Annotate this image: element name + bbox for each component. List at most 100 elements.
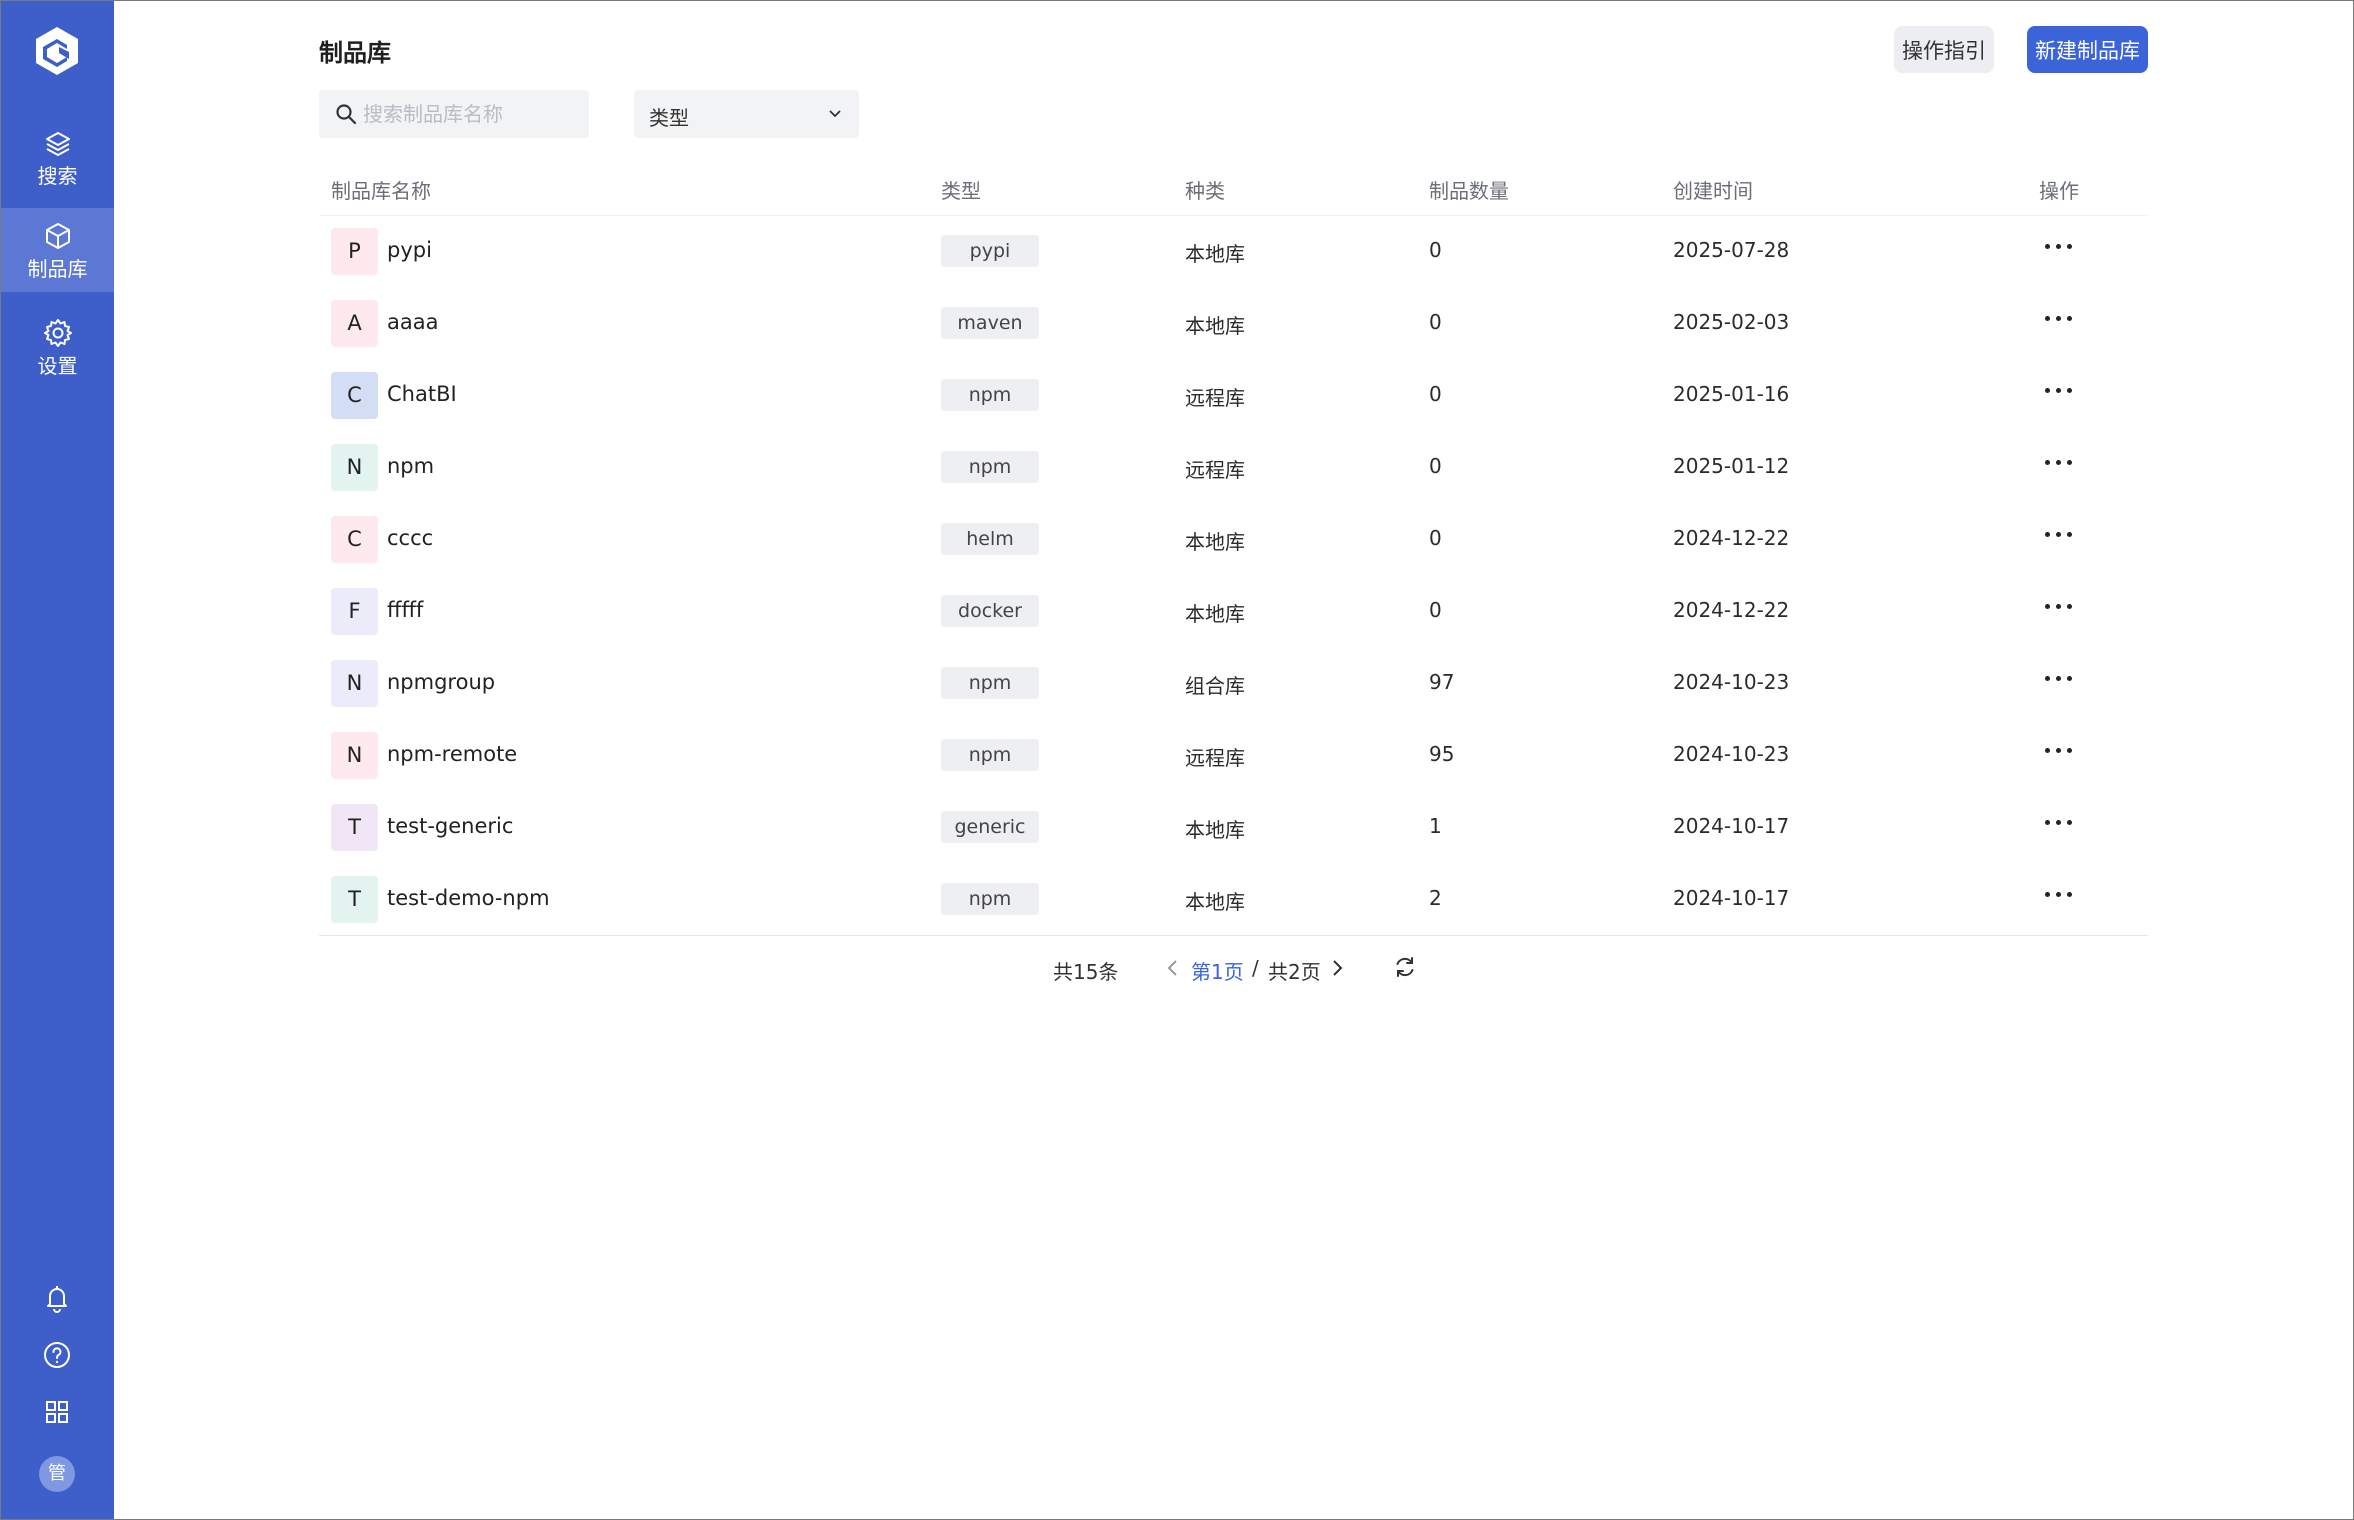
repo-name[interactable]: aaaa	[387, 310, 438, 334]
repo-name[interactable]: test-demo-npm	[387, 886, 550, 910]
repo-kind: 本地库	[1185, 242, 1245, 266]
repo-kind: 本地库	[1185, 818, 1245, 842]
more-actions-icon[interactable]	[2041, 234, 2077, 258]
repo-type-tag: docker	[941, 595, 1039, 627]
more-actions-icon[interactable]	[2041, 306, 2077, 330]
type-filter-select[interactable]: 类型	[634, 90, 859, 138]
table-row[interactable]: Ppypi pypi 本地库 0 2025-07-28	[319, 216, 2148, 288]
search-input[interactable]	[363, 90, 583, 138]
sidebar: 搜索 制品库 设置 管	[1, 1, 114, 1519]
repo-created-date: 2024-10-17	[1673, 814, 1790, 838]
repo-letter-avatar: T	[331, 804, 378, 851]
chevron-left-icon[interactable]	[1163, 954, 1183, 982]
repo-artifact-count: 2	[1429, 886, 1442, 910]
sidebar-item-label: 制品库	[27, 257, 88, 281]
repo-kind: 远程库	[1185, 458, 1245, 482]
repo-kind: 远程库	[1185, 746, 1245, 770]
pagination-current-page[interactable]: 第1页	[1191, 956, 1244, 985]
repo-kind: 本地库	[1185, 530, 1245, 554]
repo-artifact-count: 0	[1429, 454, 1442, 478]
more-actions-icon[interactable]	[2041, 738, 2077, 762]
repo-created-date: 2025-02-03	[1673, 310, 1790, 334]
more-actions-icon[interactable]	[2041, 810, 2077, 834]
col-header-type: 类型	[941, 179, 981, 203]
more-actions-icon[interactable]	[2041, 882, 2077, 906]
more-actions-icon[interactable]	[2041, 594, 2077, 618]
table-row[interactable]: Ccccc helm 本地库 0 2024-12-22	[319, 504, 2148, 576]
repo-letter-avatar: N	[331, 660, 378, 707]
avatar[interactable]: 管	[39, 1456, 75, 1492]
cube-icon	[45, 223, 70, 249]
repo-name[interactable]: npm-remote	[387, 742, 517, 766]
more-actions-icon[interactable]	[2041, 522, 2077, 546]
bell-icon[interactable]	[41, 1282, 73, 1314]
repo-type-tag: npm	[941, 379, 1039, 411]
sidebar-item-search[interactable]: 搜索	[1, 115, 114, 199]
repo-type-tag: helm	[941, 523, 1039, 555]
repo-artifact-count: 1	[1429, 814, 1442, 838]
chevron-right-icon[interactable]	[1327, 954, 1347, 982]
sidebar-item-label: 设置	[37, 354, 78, 378]
table-row[interactable]: C ChatBI npm 远程库 0 2025-01-16	[319, 360, 2148, 432]
repo-created-date: 2024-10-23	[1673, 742, 1790, 766]
gear-icon	[43, 319, 72, 347]
new-repo-button[interactable]: 新建制品库	[2027, 26, 2148, 73]
more-actions-icon[interactable]	[2041, 378, 2077, 402]
table-row[interactable]: Ttest-demo-npm npm 本地库 2 2024-10-17	[319, 864, 2148, 936]
more-actions-icon[interactable]	[2041, 666, 2077, 690]
sidebar-item-artifact-repos[interactable]: 制品库	[1, 208, 114, 292]
table-row[interactable]: Nnpm-remote npm 远程库 95 2024-10-23	[319, 720, 2148, 792]
col-header-name: 制品库名称	[331, 179, 431, 203]
repo-letter-avatar: F	[331, 588, 378, 635]
sidebar-item-label: 搜索	[37, 164, 78, 188]
repo-letter-avatar: N	[331, 732, 378, 779]
table-row[interactable]: Ttest-generic generic 本地库 1 2024-10-17	[319, 792, 2148, 864]
repo-letter-avatar: C	[331, 516, 378, 563]
repo-artifact-count: 0	[1429, 310, 1442, 334]
repo-artifact-count: 0	[1429, 526, 1442, 550]
repo-kind: 组合库	[1185, 674, 1245, 698]
page-title: 制品库	[319, 39, 391, 67]
app-logo[interactable]	[29, 23, 85, 79]
repo-artifact-count: 0	[1429, 598, 1442, 622]
repo-name[interactable]: npm	[387, 454, 434, 478]
repo-kind: 本地库	[1185, 602, 1245, 626]
repo-created-date: 2025-01-16	[1673, 382, 1790, 406]
repo-created-date: 2025-01-12	[1673, 454, 1790, 478]
table-header: 制品库名称 类型 种类 制品数量 创建时间 操作	[319, 161, 2148, 216]
table-row[interactable]: Aaaaa maven 本地库 0 2025-02-03	[319, 288, 2148, 360]
repo-type-tag: npm	[941, 883, 1039, 915]
col-header-actions: 操作	[2039, 179, 2079, 203]
apps-grid-icon[interactable]	[41, 1396, 73, 1428]
app-window: 搜索 制品库 设置 管 制品库 操作指引 新建制品库 搜索制品库名称 类型 制品…	[0, 0, 2354, 1520]
repo-type-tag: maven	[941, 307, 1039, 339]
help-icon[interactable]	[41, 1339, 73, 1371]
guide-button[interactable]: 操作指引	[1894, 26, 1994, 73]
more-actions-icon[interactable]	[2041, 450, 2077, 474]
pagination-separator: /	[1252, 956, 1259, 980]
repo-name[interactable]: pypi	[387, 238, 432, 262]
repo-artifact-count: 97	[1429, 670, 1455, 694]
table-row[interactable]: Ffffff docker 本地库 0 2024-12-22	[319, 576, 2148, 648]
refresh-icon[interactable]	[1392, 954, 1418, 980]
col-header-count: 制品数量	[1429, 179, 1509, 203]
repo-letter-avatar: N	[331, 444, 378, 491]
repo-type-tag: pypi	[941, 235, 1039, 267]
repo-name[interactable]: test-generic	[387, 814, 513, 838]
repo-created-date: 2025-07-28	[1673, 238, 1790, 262]
repo-table: 制品库名称 类型 种类 制品数量 创建时间 操作 Ppypi pypi 本地库 0 20…	[319, 161, 2148, 936]
repo-name[interactable]: ChatBI	[387, 382, 457, 406]
repo-name[interactable]: npmgroup	[387, 670, 495, 694]
repo-created-date: 2024-10-23	[1673, 670, 1790, 694]
chevron-down-icon	[829, 110, 841, 118]
layers-icon	[45, 132, 70, 156]
col-header-created: 创建时间	[1673, 179, 1753, 203]
table-row[interactable]: Nnpm npm 远程库 0 2025-01-12	[319, 432, 2148, 504]
sidebar-item-settings[interactable]: 设置	[1, 305, 114, 389]
col-header-kind: 种类	[1185, 179, 1225, 203]
repo-letter-avatar: P	[331, 228, 378, 275]
table-row[interactable]: Nnpmgroup npm 组合库 97 2024-10-23	[319, 648, 2148, 720]
repo-name[interactable]: cccc	[387, 526, 433, 550]
repo-name[interactable]: fffff	[387, 598, 423, 622]
repo-created-date: 2024-12-22	[1673, 598, 1790, 622]
